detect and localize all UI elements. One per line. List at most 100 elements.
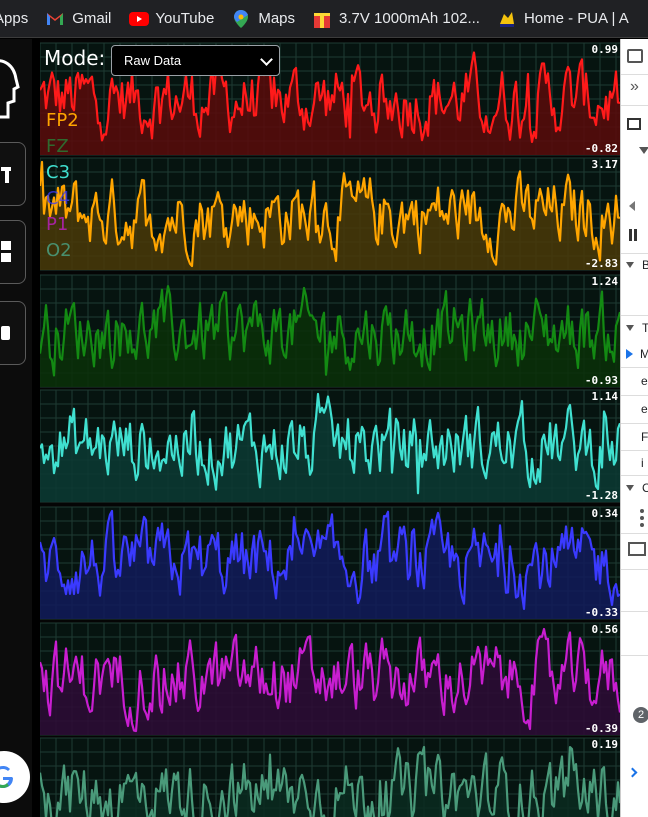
bookmark-battery-label: 3.7V 1000mAh 102... [339,10,480,27]
channel-label-o2: O2 [46,240,72,261]
sidebar-button-1[interactable] [0,142,26,206]
devtools-row-t[interactable]: T [621,317,648,339]
devtools-row-b-label: B [642,258,648,272]
sidebar-toggle-icon[interactable] [628,542,646,556]
triangle-down-icon [626,485,634,491]
maps-pin-icon [232,9,250,28]
triangle-down-icon [639,147,648,154]
devtools-divider [621,395,648,396]
devtools-row-t-label: T [642,321,648,335]
mode-select[interactable]: Raw Data [111,45,280,76]
channel-label-c4: C4 [46,188,71,209]
channel-max-label: 1.14 [592,390,619,403]
devtools-row-i-label: i [641,456,644,470]
devtools-divider [621,655,648,656]
channel-min-label: -2.83 [585,257,618,270]
channel-panel-4: 1.14 -1.28 [40,389,620,503]
channel-min-label: -0.82 [585,142,618,155]
bookmark-pua[interactable]: Home - PUA | A [489,0,638,37]
devtools-divider [621,611,648,612]
bookmark-maps[interactable]: Maps [223,0,304,37]
chevron-down-icon [260,53,273,66]
bookmark-gmail-label: Gmail [72,10,112,27]
left-sidebar [0,39,32,817]
sidebar-button-3[interactable] [0,301,26,365]
google-logo-icon[interactable] [0,751,30,803]
devtools-divider [621,450,648,451]
devtools-row-b[interactable]: B [621,254,648,276]
scroll-left-icon[interactable] [629,201,635,211]
mode-label: Mode: [44,46,106,70]
bookmark-youtube-label: YouTube [155,10,215,27]
channel-min-label: -1.28 [585,489,618,502]
channel-labels-bottom: C3 C4 P1 O2 [46,160,72,264]
channel-max-label: 0.19 [592,738,619,751]
devtools-divider [621,315,648,316]
pause-icon[interactable] [629,229,637,241]
channel-min-label: -0.33 [585,606,618,619]
devtools-row-m[interactable]: M [621,343,648,365]
channel-label-c3: C3 [46,162,71,183]
sidebar-glyph-3 [1,326,10,340]
channel-max-label: 0.56 [592,623,619,636]
devtools-row-c[interactable]: C [621,477,648,499]
youtube-icon [129,10,150,28]
eeg-display: Mode: Raw Data 0.99 -0.82 3.17 -2.83 1.24 -0.… [40,39,620,817]
channel-min-label: -0.93 [585,374,618,387]
triangle-down-icon [626,262,634,268]
channel-panel-7: 0.19 [40,737,620,817]
kebab-menu-icon[interactable] [640,509,644,527]
channel-labels-top: FP2 FZ [46,108,79,160]
channel-panel-3: 1.24 -0.93 [40,274,620,388]
bookmark-apps-label: Apps [0,10,29,27]
bookmark-gmail[interactable]: Gmail [37,0,120,37]
eeg-plots: 0.99 -0.82 3.17 -2.83 1.24 -0.93 1.14 -1.28 0.34… [40,42,620,817]
issues-badge[interactable]: 2 [633,707,648,723]
devtools-divider [621,475,648,476]
bookmarks-bar: Apps Gmail YouTube Maps [0,0,648,38]
devtools-row-e2-label: e [641,402,648,416]
bookmark-battery[interactable]: 3.7V 1000mAh 102... [304,0,489,37]
more-tabs-chevron[interactable]: » [630,78,639,96]
channel-max-label: 0.99 [592,43,619,56]
channel-min-label: -0.39 [585,722,618,735]
channel-label-p1: P1 [46,214,69,235]
head-profile-icon [0,57,20,131]
devtools-divider [621,367,648,368]
channel-panel-6: 0.56 -0.39 [40,622,620,736]
arrow-right-icon [626,349,633,359]
devtools-divider [621,74,648,75]
gift-box-icon [313,10,331,28]
devtools-panel: » B T M e e F i C 2 [620,39,648,817]
chevron-right-icon[interactable] [627,767,638,778]
channel-panel-5: 0.34 -0.33 [40,506,620,620]
pua-logo-icon [498,10,516,28]
devtools-row-i[interactable]: i [621,452,648,474]
channel-max-label: 1.24 [592,275,619,288]
panel-square-icon[interactable] [627,118,641,130]
devtools-row-e1-label: e [641,374,648,388]
mode-select-value: Raw Data [124,53,182,68]
channel-max-label: 3.17 [592,158,619,171]
bookmark-apps[interactable]: Apps [0,0,37,37]
bookmark-maps-label: Maps [258,10,296,27]
devtools-row-e1[interactable]: e [621,370,648,392]
channel-label-fz: FZ [46,136,69,157]
triangle-down-icon [626,325,634,331]
devtools-row-f-label: F [641,430,648,444]
bookmark-youtube[interactable]: YouTube [120,0,223,37]
sidebar-glyph-1 [1,167,11,183]
channel-label-fp2: FP2 [46,110,79,131]
devtools-row-e2[interactable]: e [621,398,648,420]
inspect-icon[interactable] [627,49,643,63]
devtools-row-f[interactable]: F [621,426,648,448]
channel-panel-2: 3.17 -2.83 [40,157,620,271]
bookmark-pua-label: Home - PUA | A [523,10,629,27]
sidebar-button-2[interactable] [0,220,26,284]
devtools-row-m-label: M [640,347,648,361]
channel-max-label: 0.34 [592,507,619,520]
devtools-divider [621,105,648,106]
devtools-divider [621,569,648,570]
devtools-divider [621,533,648,534]
sidebar-glyph-2 [1,241,11,262]
